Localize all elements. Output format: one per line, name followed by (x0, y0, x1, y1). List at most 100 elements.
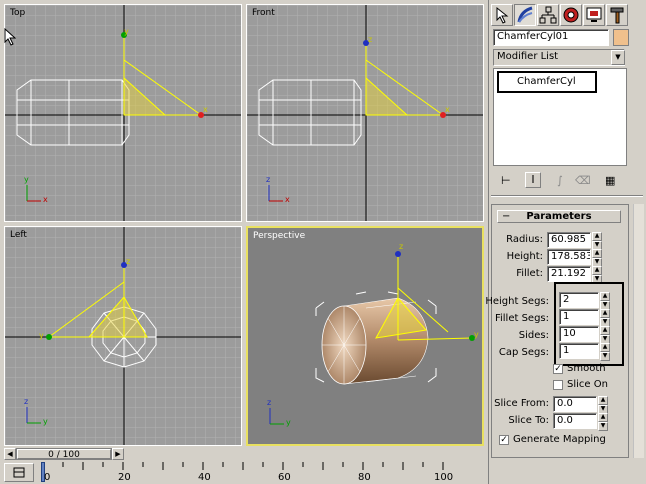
generate-mapping-checkbox[interactable]: ✓ (499, 435, 509, 445)
height-segs-input[interactable]: 2 (559, 292, 599, 308)
fillet-segs-spinner[interactable]: ▲ ▼ (600, 309, 610, 327)
cap-segs-input[interactable]: 1 (559, 343, 599, 359)
slice-to-input[interactable]: 0.0 (553, 413, 597, 429)
height-segs-label: Height Segs: (485, 296, 549, 307)
slice-from-input[interactable]: 0.0 (553, 396, 597, 412)
slice-from-spinner[interactable]: ▲ ▼ (598, 396, 608, 414)
utilities-hammer-icon (610, 7, 624, 24)
parameters-rollout-header[interactable]: − Parameters (497, 210, 621, 223)
sides-input[interactable]: 10 (559, 326, 599, 342)
front-axis-z-letter: z (368, 35, 373, 44)
fillet-label: Fillet: (516, 268, 543, 279)
persp-axis-z-letter: z (399, 242, 404, 251)
sides-spinner[interactable]: ▲ ▼ (600, 326, 610, 344)
time-slider-track[interactable]: 0 / 100 (16, 448, 112, 460)
pin-stack-icon[interactable]: ⊢ (501, 174, 511, 187)
fillet-input[interactable]: 21.192 (547, 266, 591, 282)
hierarchy-icon (539, 6, 557, 24)
stack-toolbar: ⊢ I ∫ ⌫ ▦ (493, 172, 627, 190)
tab-utilities[interactable] (606, 4, 628, 26)
trackbar[interactable]: 0 20 40 60 80 100 (40, 462, 480, 484)
smooth-checkbox[interactable]: ✓ (553, 364, 563, 374)
trackbar-toggle-icon[interactable] (4, 463, 34, 482)
generate-mapping-label: Generate Mapping (513, 434, 606, 445)
radius-input[interactable]: 60.985 (547, 232, 591, 248)
trackbar-tick-80: 80 (358, 472, 371, 483)
cap-segs-label: Cap Segs: (498, 347, 549, 358)
object-name-input[interactable]: ChamferCyl01 (493, 29, 609, 46)
persp-tripod-y: y (286, 418, 291, 427)
command-panel: ChamferCyl01 Modifier List ▼ ChamferCyl … (485, 0, 646, 484)
time-slider-thumb[interactable]: 0 / 100 (17, 449, 111, 460)
viewport-perspective[interactable]: Perspective z y z y (246, 226, 484, 446)
slice-on-label: Slice On (567, 379, 608, 390)
object-color-swatch[interactable] (613, 29, 629, 46)
tab-hierarchy[interactable] (537, 4, 559, 26)
segments-highlight-box-top (554, 282, 624, 284)
height-label: Height: (506, 251, 543, 262)
configure-sets-icon[interactable]: ▦ (605, 174, 615, 187)
top-tripod-y: y (24, 175, 29, 184)
persp-tripod-z: z (267, 398, 272, 407)
radius-label: Radius: (506, 234, 543, 245)
fillet-spinner[interactable]: ▲ ▼ (592, 266, 602, 284)
top-axis-x-letter: x (203, 105, 208, 114)
make-unique-icon[interactable]: ∫ (557, 174, 563, 187)
display-icon (586, 7, 602, 22)
remove-modifier-icon[interactable]: ⌫ (575, 174, 591, 187)
modifier-list-label: Modifier List (497, 51, 559, 62)
tab-motion[interactable] (560, 4, 582, 26)
time-slider-left-arrow[interactable]: ◀ (4, 448, 16, 460)
trackbar-tick-40: 40 (198, 472, 211, 483)
height-input[interactable]: 178.583 (547, 249, 591, 265)
modify-icon (517, 6, 533, 23)
mouse-cursor-icon (4, 28, 16, 46)
create-arrow-icon (496, 6, 509, 24)
command-panel-scrollbar[interactable] (633, 204, 644, 458)
viewport-label-front[interactable]: Front (252, 8, 275, 18)
viewport-label-top[interactable]: Top (10, 8, 25, 18)
left-tripod-z: z (24, 397, 29, 406)
cap-segs-spinner[interactable]: ▲ ▼ (600, 343, 610, 361)
viewport-label-left[interactable]: Left (10, 230, 27, 240)
show-end-result-icon[interactable]: I (525, 172, 541, 188)
left-axis-z-letter: z (126, 257, 131, 266)
trackbar-tick-20: 20 (118, 472, 131, 483)
modifier-list-arrow[interactable]: ▼ (611, 50, 625, 65)
tab-modify[interactable] (514, 4, 536, 26)
sides-label: Sides: (518, 330, 549, 341)
trackbar-tick-100: 100 (434, 472, 454, 483)
trackbar-tick-60: 60 (278, 472, 291, 483)
viewport-front[interactable]: Front z x z x (246, 4, 484, 222)
viewport-label-perspective[interactable]: Perspective (253, 231, 305, 241)
tab-display[interactable] (583, 4, 605, 26)
radius-spinner[interactable]: ▲ ▼ (592, 232, 602, 250)
left-axis-y-letter: y (39, 331, 44, 340)
slice-on-checkbox[interactable] (553, 380, 563, 390)
perspective-view-drawing (269, 251, 475, 425)
top-axis-y-letter: y (124, 27, 129, 36)
left-tripod-y: y (43, 417, 48, 426)
viewport-left[interactable]: Left z y z y (4, 226, 242, 446)
smooth-label: Smooth (567, 363, 606, 374)
height-segs-spinner[interactable]: ▲ ▼ (600, 292, 610, 310)
slice-from-label: Slice From: (494, 398, 549, 409)
tab-create[interactable] (491, 4, 513, 26)
slice-to-spinner[interactable]: ▲ ▼ (598, 413, 608, 431)
fillet-segs-input[interactable]: 1 (559, 309, 599, 325)
front-axis-x-letter: x (445, 105, 450, 114)
time-slider-right-arrow[interactable]: ▶ (112, 448, 124, 460)
height-spinner[interactable]: ▲ ▼ (592, 249, 602, 267)
segments-highlight-box-left (554, 282, 556, 366)
viewport-top[interactable]: Top y x y x (4, 4, 242, 222)
modifier-stack[interactable]: ChamferCyl (493, 68, 627, 166)
modifier-list-dropdown[interactable]: Modifier List (493, 49, 625, 66)
top-tripod-x: x (43, 195, 48, 204)
modifier-stack-item[interactable]: ChamferCyl (497, 71, 597, 93)
motion-icon (563, 7, 579, 23)
parameters-title: Parameters (526, 211, 592, 222)
panel-divider (491, 195, 643, 197)
slice-to-label: Slice To: (508, 415, 549, 426)
front-tripod-x: x (285, 195, 290, 204)
trackbar-tick-0: 0 (44, 472, 51, 483)
